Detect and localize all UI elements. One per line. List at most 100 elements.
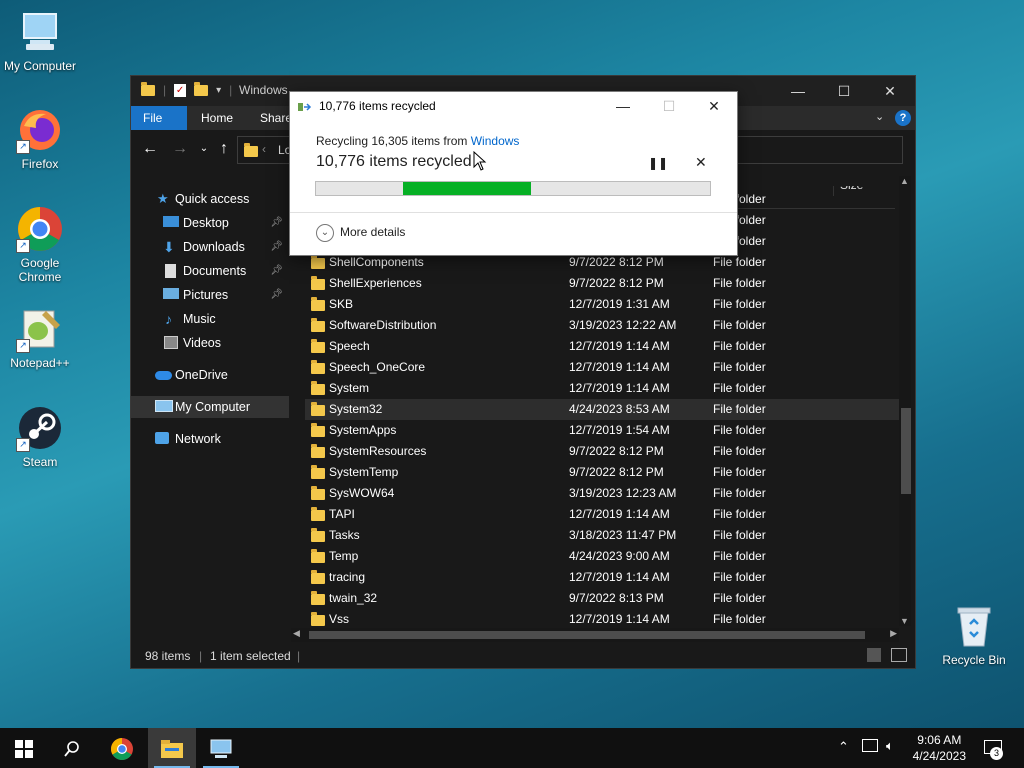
details-view-icon[interactable] [867,648,881,662]
vertical-scrollbar[interactable]: ▲ ▼ [899,176,911,626]
file-date: 4/24/2023 8:53 AM [569,402,670,416]
file-type: File folder [713,591,766,605]
sidebar-item-desktop[interactable]: Desktop 📌︎ [131,212,289,234]
help-icon[interactable]: ? [895,110,911,126]
table-row[interactable]: SoftwareDistribution 3/19/2023 12:22 AM Fi… [305,315,899,336]
start-button[interactable] [0,728,48,768]
status-bar: 98 items | 1 item selected | [131,644,915,668]
up-button[interactable]: ↑ [213,138,235,160]
sidebar-item-my-computer[interactable]: My Computer [131,396,289,418]
dialog-close-button[interactable]: ✕ [691,92,737,120]
network-status-icon[interactable] [862,739,878,752]
scroll-thumb[interactable] [309,631,865,639]
sidebar-item-documents[interactable]: Documents 📌︎ [131,260,289,282]
pin-icon: 📌︎ [270,289,283,300]
large-icons-view-icon[interactable] [891,648,907,662]
clock[interactable]: 9:06 AM 4/24/2023 [913,732,966,764]
table-row[interactable]: Vss 12/7/2019 1:14 AM File folder [305,609,899,628]
sidebar-item-quick-access[interactable]: ★ Quick access [131,188,289,210]
sidebar-item-onedrive[interactable]: OneDrive [131,364,289,386]
desktop-icon [163,216,179,227]
minimize-button[interactable]: — [775,76,821,106]
table-row[interactable]: twain_32 9/7/2022 8:13 PM File folder [305,588,899,609]
sidebar-item-pictures[interactable]: Pictures 📌︎ [131,284,289,306]
scroll-thumb[interactable] [901,408,911,494]
file-type: File folder [713,486,766,500]
recycle-progress-dialog[interactable]: 10,776 items recycled — ☐ ✕ Recycling 16… [289,91,738,256]
recent-locations-button[interactable]: ⌄ [193,138,215,160]
file-type: File folder [713,381,766,395]
sidebar-item-videos[interactable]: Videos [131,332,289,354]
desktop-icon-my-computer[interactable]: My Computer [0,8,80,73]
table-row[interactable]: System32 4/24/2023 8:53 AM File folder [305,399,899,420]
horizontal-scrollbar[interactable]: ◀ ▶ [291,628,899,642]
table-row[interactable]: Speech 12/7/2019 1:14 AM File folder [305,336,899,357]
desktop-icon-firefox[interactable]: ↗ Firefox [0,106,80,171]
scroll-right-icon[interactable]: ▶ [890,628,897,639]
scroll-down-icon[interactable]: ▼ [900,616,909,626]
star-icon: ★ [157,191,169,206]
file-name: Speech [329,339,370,353]
file-date: 9/7/2022 8:13 PM [569,591,664,605]
close-icon[interactable]: ✕ [695,154,707,171]
pin-icon: 📌︎ [270,217,283,228]
table-row[interactable]: Tasks 3/18/2023 11:47 PM File folder [305,525,899,546]
file-date: 12/7/2019 1:54 AM [569,423,670,437]
table-row[interactable]: SysWOW64 3/19/2023 12:23 AM File folder [305,483,899,504]
recycle-bin-icon [950,602,998,650]
scroll-left-icon[interactable]: ◀ [293,628,300,639]
customize-qat-icon[interactable]: ▾ [216,85,221,96]
recycled-count-text: 10,776 items recycled [316,153,472,170]
desktop-icon-chrome[interactable]: ↗ Google Chrome [0,205,80,284]
tab-home[interactable]: Home [189,106,245,130]
table-row[interactable]: System 12/7/2019 1:14 AM File folder [305,378,899,399]
computer-icon [210,739,232,758]
desktop-icon-steam[interactable]: ↗ Steam [0,404,80,469]
maximize-button[interactable]: ☐ [821,76,867,106]
pause-icon[interactable]: ❚❚ [648,156,668,170]
file-type: File folder [713,612,766,626]
table-row[interactable]: SystemApps 12/7/2019 1:54 AM File folder [305,420,899,441]
close-button[interactable]: ✕ [867,76,913,106]
desktop-icon-label: Recycle Bin [942,653,1006,667]
search-icon [64,741,79,757]
search-button[interactable] [48,728,96,768]
sidebar-item-music[interactable]: ♪ Music [131,308,289,330]
file-date: 12/7/2019 1:14 AM [569,507,670,521]
show-hidden-icons-icon[interactable]: ⌃ [838,739,849,755]
file-name: SystemResources [329,444,427,458]
more-details-button[interactable]: ⌄ More details [316,224,405,242]
volume-icon[interactable]: 🔈︎ [886,738,894,754]
table-row[interactable]: Speech_OneCore 12/7/2019 1:14 AM File fold… [305,357,899,378]
table-row[interactable]: Temp 4/24/2023 9:00 AM File folder [305,546,899,567]
forward-button[interactable]: → [169,138,191,160]
scroll-up-icon[interactable]: ▲ [900,176,909,186]
tab-file[interactable]: File [131,106,187,130]
folder-icon [311,486,325,500]
properties-icon[interactable]: ✓ [174,83,187,97]
ribbon-expand-icon[interactable]: ⌄ [875,110,884,123]
table-row[interactable]: tracing 12/7/2019 1:14 AM File folder [305,567,899,588]
taskbar-file-explorer[interactable] [148,728,196,768]
file-date: 3/19/2023 12:23 AM [569,486,677,500]
notification-center-button[interactable]: 3 [980,728,1024,768]
file-type: File folder [713,402,766,416]
table-row[interactable]: SystemResources 9/7/2022 8:12 PM File fold… [305,441,899,462]
dialog-minimize-button[interactable]: — [600,92,646,120]
sidebar-item-network[interactable]: Network [131,428,289,450]
taskbar: ⌃ 🔈︎ 9:06 AM 4/24/2023 3 [0,728,1024,768]
source-folder-link[interactable]: Windows [471,134,520,148]
document-icon [165,264,176,278]
dialog-divider [290,212,737,213]
taskbar-chrome[interactable] [98,728,146,768]
desktop-icon-recycle-bin[interactable]: Recycle Bin [934,602,1014,667]
table-row[interactable]: ShellExperiences 9/7/2022 8:12 PM File fol… [305,273,899,294]
sidebar-item-downloads[interactable]: ⬇ Downloads 📌︎ [131,236,289,258]
new-folder-icon[interactable] [194,81,209,96]
table-row[interactable]: TAPI 12/7/2019 1:14 AM File folder [305,504,899,525]
desktop-icon-notepadpp[interactable]: ↗ Notepad++ [0,305,80,370]
table-row[interactable]: SystemTemp 9/7/2022 8:12 PM File folder [305,462,899,483]
back-button[interactable]: ← [139,138,161,160]
table-row[interactable]: SKB 12/7/2019 1:31 AM File folder [305,294,899,315]
taskbar-recycle-dialog[interactable] [197,728,245,768]
